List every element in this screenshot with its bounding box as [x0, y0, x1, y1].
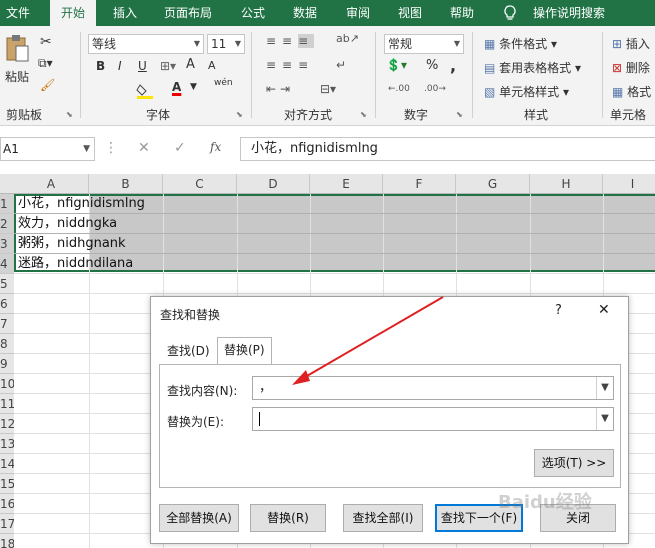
baidu-watermark: Baidu经验: [498, 492, 592, 513]
red-arrow-annotation: [292, 296, 444, 385]
